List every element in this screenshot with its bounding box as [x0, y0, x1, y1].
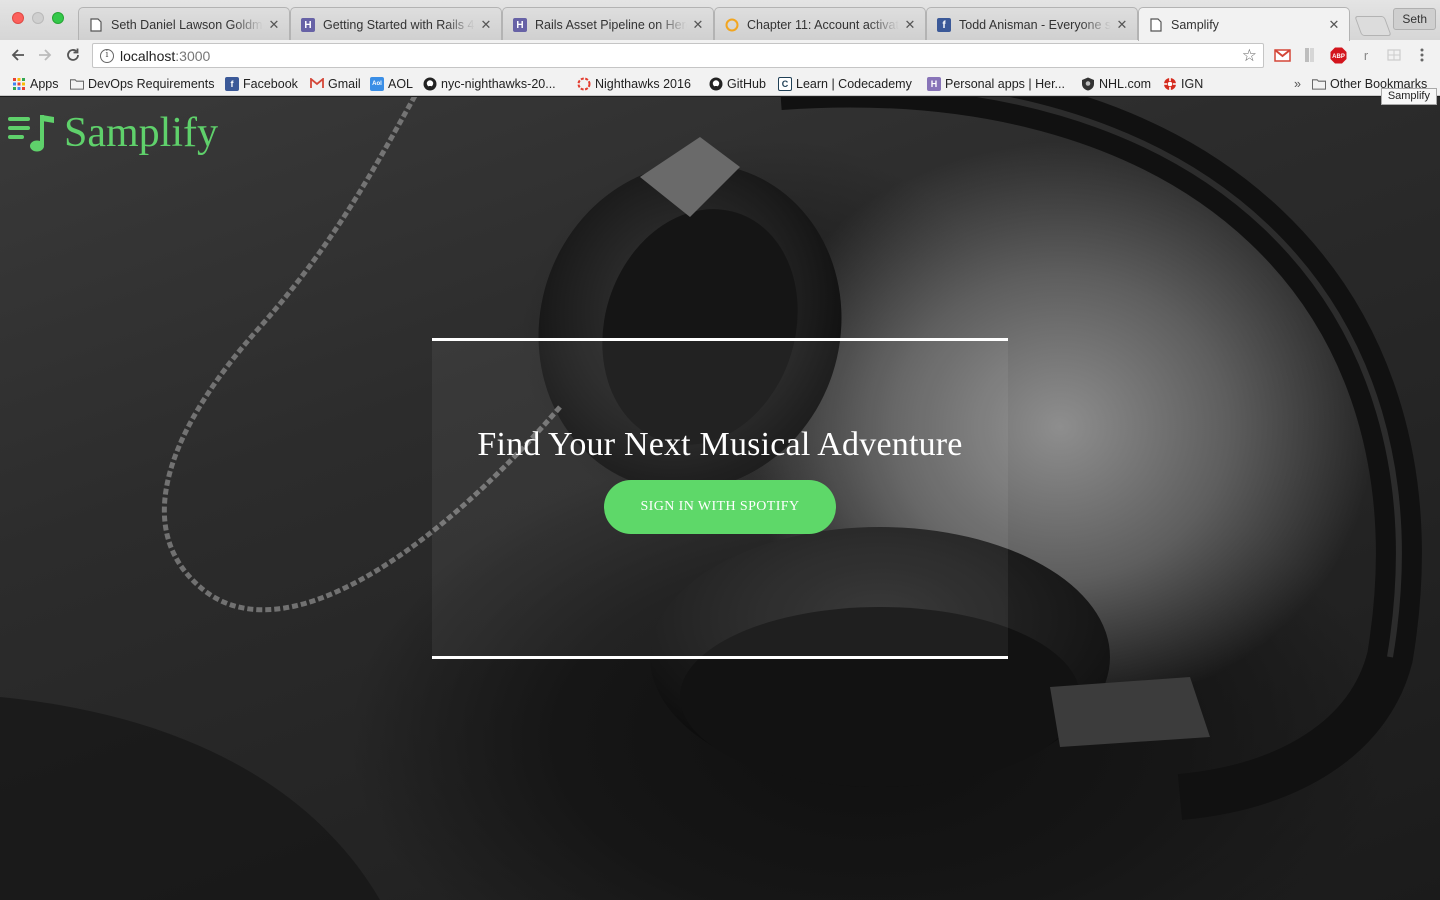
profile-button[interactable]: Seth: [1393, 8, 1436, 30]
tab-samplify[interactable]: Samplify ✕: [1138, 7, 1350, 41]
red-ring-icon: [577, 77, 591, 91]
tab-seth-goldman[interactable]: Seth Daniel Lawson Goldman ✕: [78, 7, 290, 40]
tab-title: Chapter 11: Account activation: [747, 18, 899, 32]
sign-in-with-spotify-button[interactable]: SIGN IN WITH SPOTIFY: [604, 480, 836, 534]
heroku-icon: H: [927, 76, 941, 91]
bookmark-nighthawks-2016[interactable]: Nighthawks 2016: [577, 75, 691, 92]
bookmark-ign[interactable]: IGN: [1163, 75, 1203, 92]
samplify-logo[interactable]: Samplify: [8, 111, 218, 155]
tab-strip: Seth Daniel Lawson Goldman ✕ H Getting S…: [78, 7, 1392, 41]
gmail-icon: [310, 77, 324, 91]
gmail-icon[interactable]: [1273, 46, 1291, 64]
bookmark-label: Facebook: [243, 76, 298, 91]
tab-chapter-11[interactable]: Chapter 11: Account activation ✕: [714, 7, 926, 40]
bookmark-gmail[interactable]: Gmail: [310, 75, 361, 92]
back-arrow-icon: [11, 49, 24, 61]
svg-text:ABP: ABP: [1332, 54, 1345, 60]
tab-title: Rails Asset Pipeline on Heroku: [535, 18, 687, 32]
tab-title: Getting Started with Rails 4: [323, 18, 475, 32]
bookmark-aol[interactable]: Aol AOL: [370, 75, 413, 92]
hero-headline: Find Your Next Musical Adventure: [477, 426, 963, 463]
bookmark-label: Apps: [30, 76, 59, 91]
bookmarks-bar: Apps DevOps Requirements f Facebook Gmai…: [0, 71, 1440, 96]
bookmark-label: AOL: [388, 76, 414, 91]
info-icon[interactable]: i: [100, 48, 114, 63]
github-icon: [709, 77, 723, 91]
samplify-page: Samplify Find Your Next Musical Adventur…: [0, 97, 1440, 900]
ign-icon: [1163, 77, 1177, 91]
bookmark-nyc-nighthawks[interactable]: nyc-nighthawks-20...: [423, 75, 556, 92]
r-icon[interactable]: r: [1357, 46, 1375, 64]
gray-bar-icon[interactable]: [1301, 46, 1319, 64]
bookmark-devops-requirements[interactable]: DevOps Requirements: [70, 75, 214, 92]
back-button[interactable]: [8, 45, 28, 65]
bookmark-facebook[interactable]: f Facebook: [225, 75, 298, 92]
bookmark-label: Learn | Codecademy: [796, 76, 912, 91]
bookmark-github[interactable]: GitHub: [709, 75, 766, 92]
bookmark-star-icon[interactable]: ☆: [1242, 46, 1257, 66]
bookmark-personal-apps-heroku[interactable]: H Personal apps | Her...: [927, 75, 1065, 92]
heroku-icon: H: [301, 18, 315, 32]
hero-bottom-divider: [432, 656, 1008, 659]
close-icon[interactable]: ✕: [1115, 17, 1129, 33]
url-text: localhost:3000: [120, 47, 211, 64]
github-icon: [423, 77, 437, 91]
apps-grid-icon: [12, 77, 26, 91]
reload-button[interactable]: [63, 45, 83, 65]
tab-tooltip: Samplify: [1380, 88, 1437, 105]
bookmark-label: IGN: [1181, 76, 1204, 91]
bookmark-label: DevOps Requirements: [88, 76, 215, 91]
bookmarks-overflow-button[interactable]: »: [1294, 75, 1301, 92]
adblock-icon[interactable]: ABP: [1329, 46, 1347, 64]
orange-circle-icon: [725, 18, 739, 32]
forward-arrow-icon: [39, 49, 52, 61]
music-playlist-icon: [8, 115, 54, 152]
bookmark-label: Gmail: [328, 76, 361, 91]
menu-icon[interactable]: [1413, 46, 1431, 64]
bookmark-apps[interactable]: Apps: [12, 75, 59, 92]
folder-icon: [1312, 77, 1326, 91]
close-icon[interactable]: ✕: [903, 17, 917, 33]
bookmark-label: nyc-nighthawks-20...: [441, 76, 556, 91]
tab-title: Todd Anisman - Everyone should: [959, 18, 1111, 32]
bookmark-label: GitHub: [727, 76, 766, 91]
bookmark-label: NHL.com: [1099, 76, 1152, 91]
close-icon[interactable]: ✕: [479, 17, 493, 33]
reload-icon: [67, 48, 79, 61]
aol-icon: Aol: [370, 76, 384, 91]
document-icon: [89, 18, 103, 32]
fullscreen-window-button[interactable]: [52, 12, 64, 24]
close-window-button[interactable]: [12, 12, 24, 24]
tab-title: Seth Daniel Lawson Goldman: [111, 18, 263, 32]
close-icon[interactable]: ✕: [267, 17, 281, 33]
codecademy-icon: C: [778, 76, 792, 91]
tab-rails-getting-started[interactable]: H Getting Started with Rails 4 ✕: [290, 7, 502, 40]
bookmark-label: Personal apps | Her...: [945, 76, 1065, 91]
heroku-icon: H: [513, 18, 527, 32]
browser-titlebar: Seth Daniel Lawson Goldman ✕ H Getting S…: [0, 0, 1440, 41]
grid-icon[interactable]: [1385, 46, 1403, 64]
hero-panel: Find Your Next Musical Adventure SIGN IN…: [432, 338, 1008, 659]
new-tab-button[interactable]: [1354, 16, 1392, 36]
browser-toolbar: i localhost:3000 ☆ ABP r: [0, 40, 1440, 71]
hero-top-divider: [432, 338, 1008, 341]
nhl-icon: [1081, 77, 1095, 91]
tab-todd-anisman[interactable]: f Todd Anisman - Everyone should ✕: [926, 7, 1138, 40]
close-icon[interactable]: ✕: [691, 17, 705, 33]
folder-icon: [70, 77, 84, 91]
tab-title: Samplify: [1171, 18, 1219, 32]
close-icon[interactable]: ✕: [1327, 17, 1341, 33]
minimize-window-button[interactable]: [32, 12, 44, 24]
facebook-icon: f: [225, 76, 239, 91]
brand-name: Samplify: [64, 110, 218, 156]
address-bar[interactable]: i localhost:3000 ☆: [92, 43, 1264, 68]
facebook-icon: f: [937, 18, 951, 32]
bookmark-nhl[interactable]: NHL.com: [1081, 75, 1151, 92]
tab-rails-asset-pipeline[interactable]: H Rails Asset Pipeline on Heroku ✕: [502, 7, 714, 40]
bookmark-codecademy[interactable]: C Learn | Codecademy: [778, 75, 912, 92]
forward-button[interactable]: [35, 45, 55, 65]
bookmark-label: Nighthawks 2016: [595, 76, 691, 91]
document-icon: [1149, 18, 1163, 32]
